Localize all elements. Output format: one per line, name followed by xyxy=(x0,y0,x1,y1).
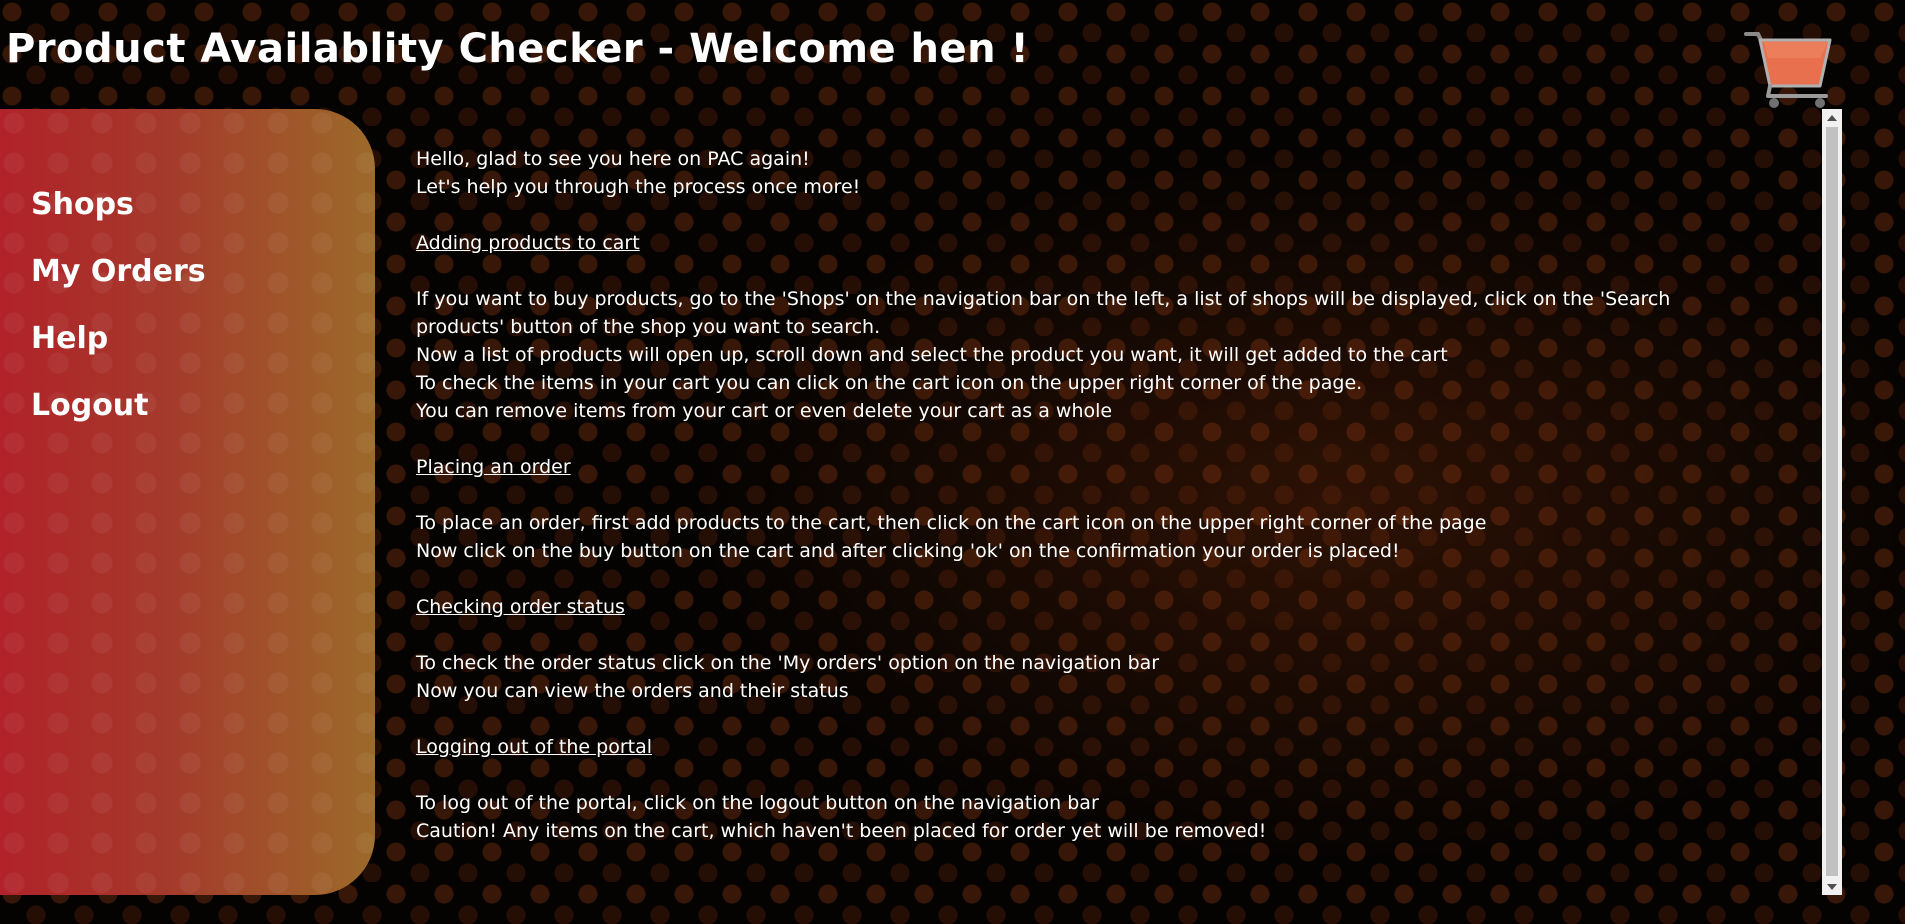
help-line: Now a list of products will open up, scr… xyxy=(416,344,1448,366)
sidebar-nav: Shops My Orders Help Logout xyxy=(0,109,375,895)
help-line: You can remove items from your cart or e… xyxy=(416,400,1113,422)
section-heading-order-status: Checking order status xyxy=(416,596,625,618)
nav-item-my-orders[interactable]: My Orders xyxy=(31,238,375,305)
nav-item-help[interactable]: Help xyxy=(31,305,375,372)
cart-button[interactable] xyxy=(1744,28,1834,110)
help-line: Caution! Any items on the cart, which ha… xyxy=(416,820,1267,842)
chevron-up-icon xyxy=(1827,114,1837,121)
section-heading-placing-order: Placing an order xyxy=(416,456,571,478)
shopping-cart-icon[interactable] xyxy=(1744,28,1834,110)
help-line: If you want to buy products, go to the '… xyxy=(416,288,1671,338)
help-line: To place an order, first add products to… xyxy=(416,512,1487,534)
scroll-down-button[interactable] xyxy=(1822,878,1842,895)
help-content: Hello, glad to see you here on PAC again… xyxy=(395,126,1755,845)
help-line: To log out of the portal, click on the l… xyxy=(416,792,1099,814)
chevron-down-icon xyxy=(1827,883,1837,890)
help-line: To check the items in your cart you can … xyxy=(416,372,1363,394)
help-content-panel: Hello, glad to see you here on PAC again… xyxy=(395,126,1755,866)
help-line: Now you can view the orders and their st… xyxy=(416,680,849,702)
nav-item-logout[interactable]: Logout xyxy=(31,372,375,439)
help-line: To check the order status click on the '… xyxy=(416,652,1160,674)
intro-text: Hello, glad to see you here on PAC again… xyxy=(416,148,810,170)
page-title: Product Availablity Checker - Welcome he… xyxy=(6,26,1030,72)
scroll-up-button[interactable] xyxy=(1822,109,1842,126)
content-scrollbar[interactable] xyxy=(1822,109,1842,895)
nav-item-shops[interactable]: Shops xyxy=(31,171,375,238)
intro-text: Let's help you through the process once … xyxy=(416,176,861,198)
help-line: Now click on the buy button on the cart … xyxy=(416,540,1400,562)
scrollbar-thumb[interactable] xyxy=(1826,127,1838,876)
section-heading-adding-products: Adding products to cart xyxy=(416,232,640,254)
section-heading-logging-out: Logging out of the portal xyxy=(416,736,653,758)
